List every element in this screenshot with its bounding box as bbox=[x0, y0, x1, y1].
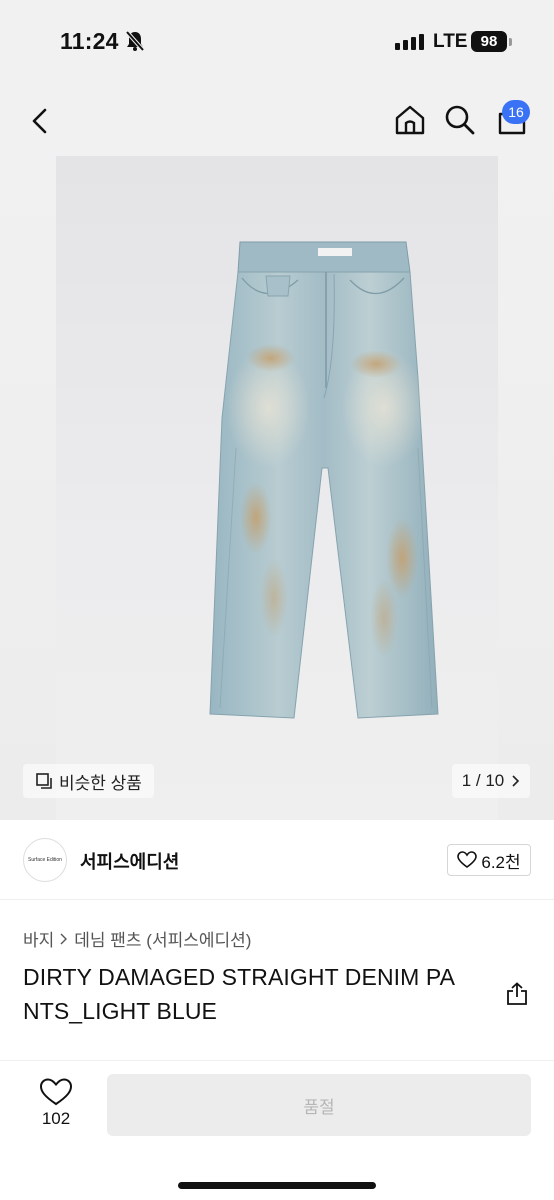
wishlist-count: 102 bbox=[41, 1109, 71, 1128]
status-time: 11:24 bbox=[60, 28, 119, 54]
shop-row[interactable]: Surface Edition 서피스에디션 6.2천 bbox=[0, 820, 554, 900]
signal-icon bbox=[395, 34, 424, 50]
shop-like-count: 6.2천 bbox=[481, 852, 521, 872]
shop-logo[interactable]: Surface Edition bbox=[23, 838, 67, 882]
top-nav bbox=[0, 80, 554, 160]
chevron-right-icon bbox=[60, 933, 68, 944]
breadcrumb: 바지 데님 팬츠 (서피스에디션) bbox=[23, 926, 251, 951]
battery-icon: 98 bbox=[471, 31, 507, 52]
denim-pants-image bbox=[209, 241, 439, 719]
home-indicator bbox=[178, 1182, 376, 1189]
product-title-line1: DIRTY DAMAGED STRAIGHT DENIM PA bbox=[23, 964, 456, 990]
heart-icon bbox=[457, 851, 478, 868]
share-icon[interactable] bbox=[506, 982, 528, 1006]
home-icon[interactable] bbox=[394, 104, 426, 136]
cart-count-badge: 16 bbox=[502, 100, 530, 124]
copy-icon bbox=[36, 773, 52, 789]
bottom-action-bar: 102 품절 bbox=[0, 1060, 554, 1200]
product-gallery[interactable]: 비슷한 상품 1 / 10 bbox=[0, 156, 554, 820]
soldout-button[interactable]: 품절 bbox=[107, 1074, 531, 1136]
image-pager[interactable]: 1 / 10 bbox=[452, 764, 530, 798]
back-icon[interactable] bbox=[26, 106, 56, 136]
product-title: DIRTY DAMAGED STRAIGHT DENIM PA NTS_LIGH… bbox=[23, 960, 493, 1028]
breadcrumb-level2[interactable]: 데님 팬츠 (서피스에디션) bbox=[74, 926, 251, 951]
similar-items-label: 비슷한 상품 bbox=[59, 773, 142, 793]
shop-like-button[interactable]: 6.2천 bbox=[447, 844, 531, 876]
status-bar: 11:24 LTE 98 bbox=[0, 0, 554, 80]
shop-name[interactable]: 서피스에디션 bbox=[80, 848, 179, 874]
network-type: LTE bbox=[433, 31, 468, 52]
chevron-right-icon bbox=[512, 775, 520, 787]
product-title-line2: NTS_LIGHT BLUE bbox=[23, 998, 217, 1024]
pager-text: 1 / 10 bbox=[461, 771, 505, 790]
wishlist-heart-icon[interactable] bbox=[38, 1077, 74, 1107]
battery-tip bbox=[509, 38, 512, 46]
bell-muted-icon bbox=[125, 30, 145, 52]
breadcrumb-level1[interactable]: 바지 bbox=[23, 926, 54, 951]
search-icon[interactable] bbox=[444, 104, 476, 136]
similar-items-button[interactable]: 비슷한 상품 bbox=[23, 764, 154, 798]
product-image[interactable] bbox=[56, 156, 498, 820]
